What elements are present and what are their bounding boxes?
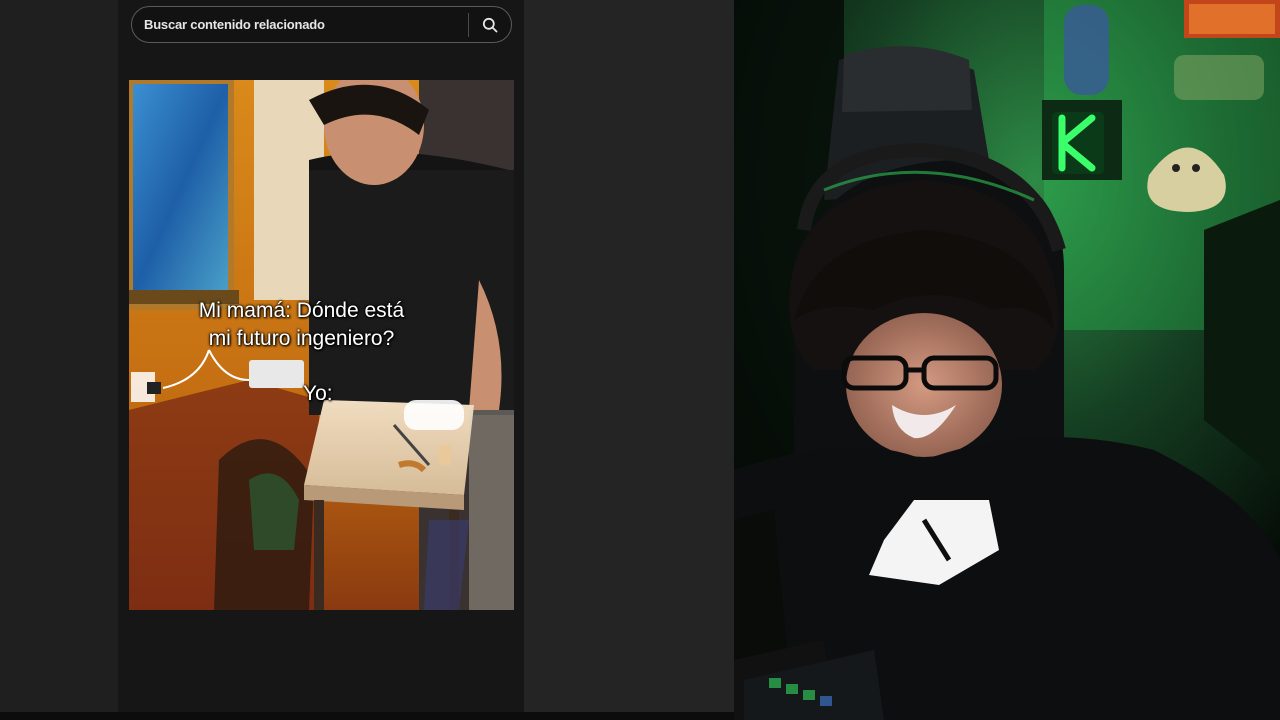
video-caption-reply: Yo: [303, 382, 333, 405]
right-gutter [524, 0, 734, 720]
neon-k-logo [1052, 112, 1104, 174]
search-bar [131, 6, 512, 43]
video-caption-line-2: mi futuro ingeniero? [208, 327, 395, 350]
search-button[interactable] [469, 7, 511, 42]
webcam-frame [734, 0, 1280, 720]
search-icon [482, 17, 498, 32]
video-caption: Mi mamá: Dónde está mi futuro ingeniero? [129, 297, 494, 353]
search-input[interactable] [132, 7, 468, 42]
video-caption-line-1: Mi mamá: Dónde está [198, 299, 405, 322]
left-gutter [0, 0, 118, 720]
bottom-strip [0, 712, 734, 720]
video-player[interactable]: Mi mamá: Dónde está mi futuro ingeniero?… [129, 80, 514, 610]
webcam-feed [734, 0, 1280, 720]
